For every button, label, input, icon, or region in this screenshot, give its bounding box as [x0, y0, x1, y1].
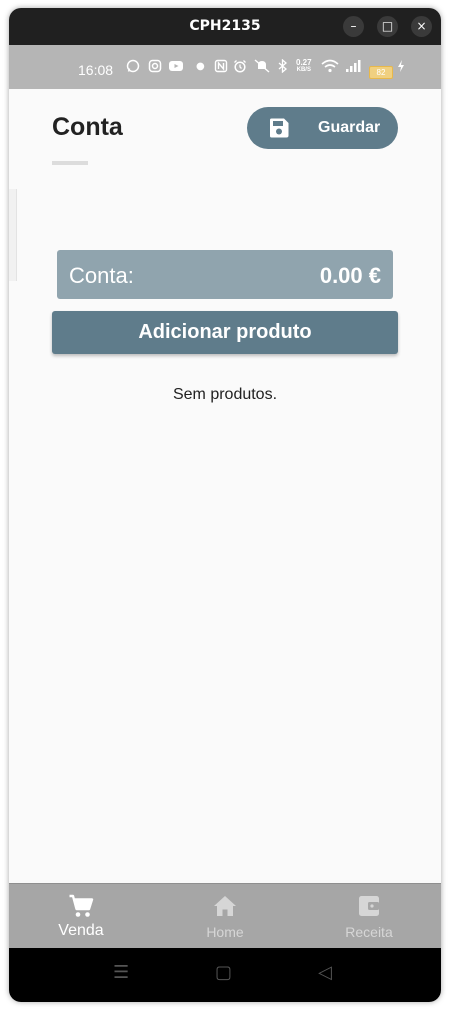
- nfc-icon: [214, 59, 228, 77]
- side-drawer-handle[interactable]: [9, 189, 17, 281]
- main-content: Conta Guardar Conta: 0.00 € Adicionar pr…: [9, 89, 441, 883]
- nav-label-venda: Venda: [58, 922, 104, 939]
- close-button[interactable]: ×: [411, 16, 432, 37]
- alarm-icon: [233, 59, 247, 77]
- cart-icon: [9, 893, 153, 919]
- home-square-icon[interactable]: ▢: [215, 962, 232, 983]
- page-title: Conta: [52, 113, 123, 141]
- bluetooth-icon: [277, 58, 289, 77]
- nav-label-home: Home: [206, 924, 244, 940]
- bottom-navigation: Venda Home Receita: [9, 883, 441, 949]
- title-underline: [52, 161, 88, 165]
- total-value: 0.00 €: [319, 263, 381, 288]
- charging-icon: [396, 59, 406, 77]
- network-speed-unit: KB/S: [296, 67, 311, 73]
- signal-icon: [345, 59, 363, 77]
- add-product-button[interactable]: Adicionar produto: [52, 311, 398, 354]
- total-label: Conta:: [69, 263, 134, 288]
- phone-status-bar: 16:08 ● 0.27 KB/S 82: [9, 45, 441, 89]
- wallet-icon: [297, 893, 441, 919]
- network-speed: 0.27 KB/S: [296, 59, 312, 74]
- minimize-button[interactable]: –: [343, 16, 364, 37]
- menu-icon[interactable]: ☰: [113, 962, 129, 983]
- network-speed-value: 0.27: [296, 58, 312, 67]
- battery-indicator: 82: [369, 66, 393, 79]
- whatsapp-icon: [126, 59, 140, 77]
- dot-icon: ●: [196, 61, 205, 72]
- maximize-button[interactable]: □: [377, 16, 398, 37]
- wifi-icon: [321, 59, 339, 77]
- status-time: 16:08: [78, 62, 114, 78]
- nav-item-venda[interactable]: Venda: [9, 884, 153, 949]
- save-button-label: Guardar: [318, 119, 381, 136]
- total-card: Conta: 0.00 €: [57, 250, 393, 299]
- home-icon: [153, 893, 297, 919]
- save-button[interactable]: Guardar: [247, 107, 398, 149]
- nav-item-home[interactable]: Home: [153, 884, 297, 949]
- back-icon[interactable]: ◁: [318, 962, 332, 983]
- youtube-icon: [168, 59, 184, 77]
- window-title-bar: CPH2135 – □ ×: [9, 8, 441, 45]
- nav-item-receita[interactable]: Receita: [297, 884, 441, 949]
- instagram-icon: [148, 59, 162, 77]
- nav-label-receita: Receita: [345, 924, 393, 940]
- system-navigation-bar: ☰ ▢ ◁: [9, 948, 441, 1002]
- app-window: CPH2135 – □ × 16:08 ● 0.27 KB/S 82 Conta…: [9, 8, 441, 1002]
- mute-icon: [254, 59, 270, 77]
- floppy-disk-icon: [268, 117, 290, 144]
- empty-products-message: Sem produtos.: [172, 386, 278, 403]
